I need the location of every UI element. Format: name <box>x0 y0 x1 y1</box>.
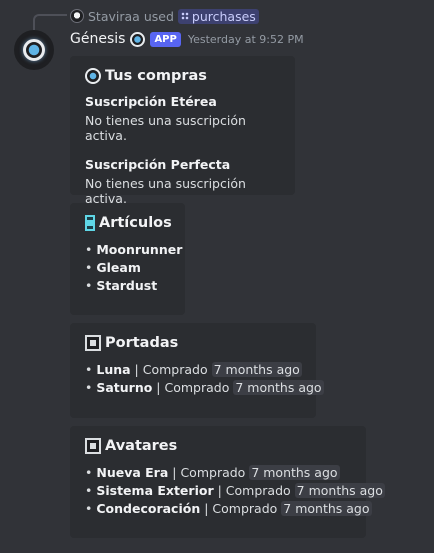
item-name: Moonrunner <box>96 242 183 257</box>
item-status: Comprado <box>212 501 278 516</box>
cyan-square-icon <box>85 215 95 231</box>
reply-username[interactable]: Staviraa <box>88 9 140 24</box>
field-value: No tienes una suscripción activa. <box>85 113 246 143</box>
embed-articulos: Artículos • Moonrunner • Gleam • Stardus… <box>70 203 185 315</box>
embed-title-text: Portadas <box>105 335 179 351</box>
list-item: • Stardust <box>85 278 158 293</box>
list-item: • Gleam <box>85 260 141 275</box>
reply-connector <box>33 14 67 30</box>
item-status: Comprado <box>180 465 246 480</box>
embed-compras: Tus compras Suscripción Etérea No tienes… <box>70 56 295 206</box>
orb-avatar-icon <box>23 39 45 61</box>
list-item: • Condecoración | Comprado 7 months ago <box>85 501 372 516</box>
list-item: • Saturno | Comprado 7 months ago <box>85 380 324 395</box>
field-name: Suscripción Etérea <box>85 94 217 109</box>
square-icon <box>85 335 101 351</box>
list-item: • Luna | Comprado 7 months ago <box>85 362 302 377</box>
message-timestamp[interactable]: Yesterday at 9:52 PM <box>188 33 304 46</box>
slash-command-chip[interactable]: purchases <box>177 8 259 24</box>
item-timestamp[interactable]: 7 months ago <box>249 465 340 480</box>
orb-badge-icon <box>130 31 146 47</box>
embed-portadas: Portadas • Luna | Comprado 7 months ago … <box>70 323 324 418</box>
reply-avatar-icon[interactable] <box>70 9 84 23</box>
embed-title: Portadas <box>85 335 302 351</box>
embed-title-text: Tus compras <box>105 68 207 84</box>
item-name: Sistema Exterior <box>96 483 214 498</box>
item-name: Condecoración <box>96 501 201 516</box>
app-tag: APP <box>150 31 181 47</box>
field-value: No tienes una suscripción activa. <box>85 176 246 206</box>
item-status: Comprado <box>142 362 208 377</box>
list-item: • Moonrunner <box>85 242 183 257</box>
item-name: Saturno <box>96 380 153 395</box>
embed-title: Avatares <box>85 438 352 454</box>
command-grid-icon <box>180 12 189 20</box>
bot-avatar[interactable] <box>14 30 54 70</box>
embed-field: Suscripción Perfecta No tienes una suscr… <box>85 157 281 206</box>
list-item: • Sistema Exterior | Comprado 7 months a… <box>85 483 385 498</box>
bot-username[interactable]: Génesis <box>70 31 125 47</box>
item-status: Comprado <box>164 380 230 395</box>
item-status: Comprado <box>225 483 291 498</box>
item-name: Stardust <box>96 278 158 293</box>
item-timestamp[interactable]: 7 months ago <box>281 501 372 516</box>
reply-used-text: used <box>143 8 174 24</box>
embed-title-text: Avatares <box>105 438 178 454</box>
embed-field: Suscripción Etérea No tienes una suscrip… <box>85 94 281 143</box>
orb-icon <box>85 68 101 84</box>
embed-title-text: Artículos <box>99 215 172 231</box>
item-name: Luna <box>96 362 131 377</box>
slash-command-name: purchases <box>191 8 256 24</box>
square-icon <box>85 438 101 454</box>
item-name: Nueva Era <box>96 465 169 480</box>
embed-title: Tus compras <box>85 68 281 84</box>
item-timestamp[interactable]: 7 months ago <box>294 483 385 498</box>
item-timestamp[interactable]: 7 months ago <box>233 380 324 395</box>
list-item: • Nueva Era | Comprado 7 months ago <box>85 465 340 480</box>
item-name: Gleam <box>96 260 141 275</box>
reply-reference[interactable]: Staviraa used purchases <box>70 7 259 25</box>
embed-title: Artículos <box>85 215 172 231</box>
item-timestamp[interactable]: 7 months ago <box>211 362 302 377</box>
field-name: Suscripción Perfecta <box>85 157 231 172</box>
message-header: Génesis APP Yesterday at 9:52 PM <box>70 30 304 48</box>
embed-avatares: Avatares • Nueva Era | Comprado 7 months… <box>70 426 385 538</box>
